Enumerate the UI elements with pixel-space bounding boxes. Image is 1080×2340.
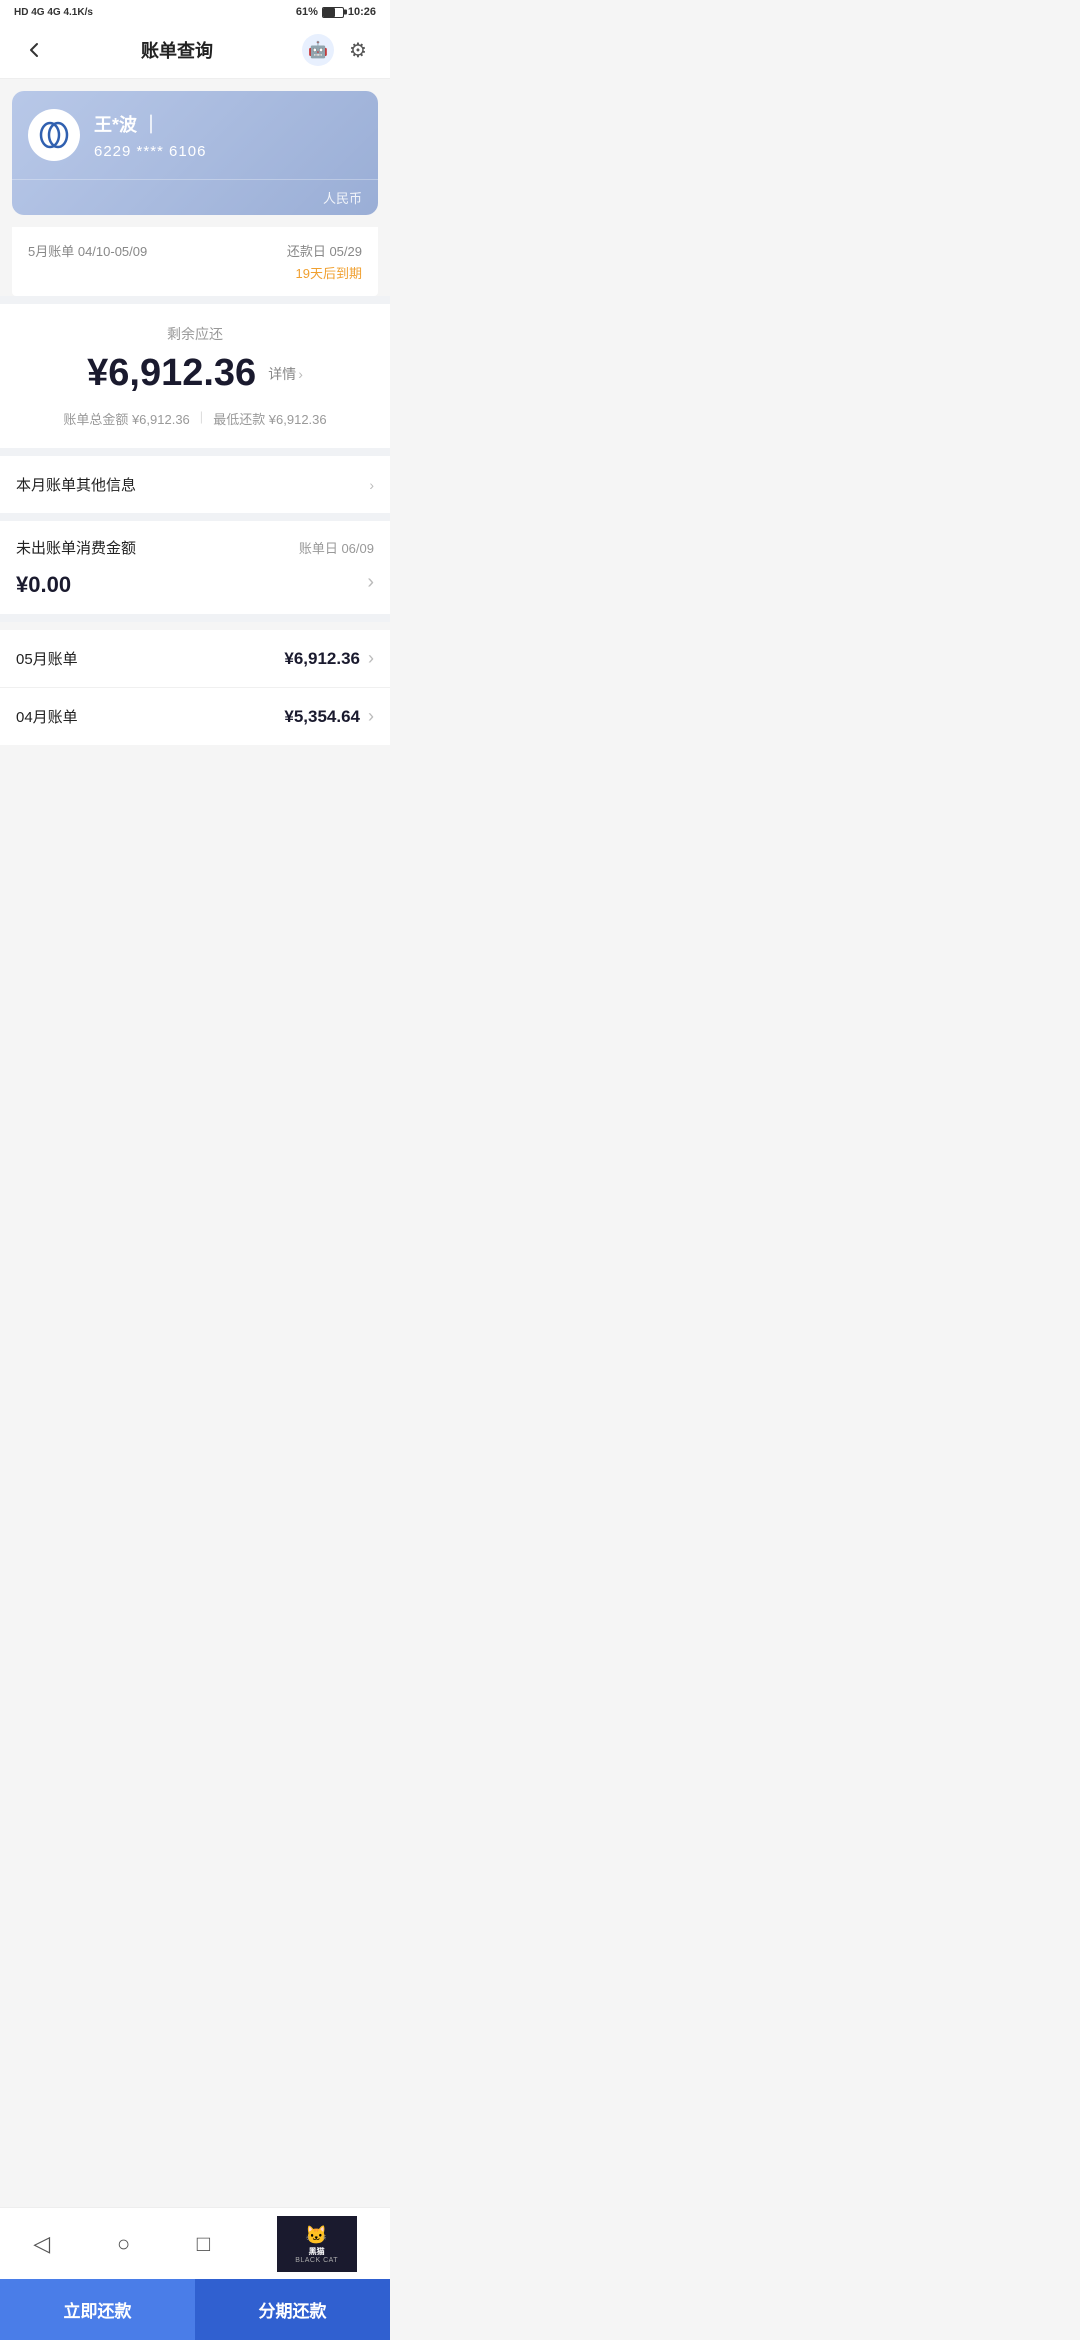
divider-2 [0, 448, 390, 456]
other-info-row[interactable]: 本月账单其他信息 › [0, 456, 390, 513]
nav-recents-button[interactable]: □ [197, 2231, 210, 2257]
bill-chevron-apr-icon: › [368, 706, 374, 727]
other-info-right: › [367, 477, 374, 493]
header: 账单查询 🤖 ⚙ [0, 22, 390, 79]
status-network: HD 4G 4G 4.1K/s [14, 7, 93, 18]
unpaid-label: 未出账单消费金额 [16, 537, 136, 558]
amount-meta: 账单总金额 ¥6,912.36 | 最低还款 ¥6,912.36 [16, 409, 374, 428]
divider-1 [0, 296, 390, 304]
bill-amount-row-may: ¥6,912.36 › [284, 648, 374, 669]
nav-back-button[interactable]: ◁ [33, 2231, 50, 2257]
billing-period-label: 5月账单 04/10-05/09 [28, 241, 147, 260]
blackcat-label: BLACK CAT [295, 2257, 338, 2264]
other-info-chevron-icon: › [369, 477, 374, 493]
billing-due: 还款日 05/29 19天后到期 [287, 241, 362, 282]
amount-total: 账单总金额 ¥6,912.36 [63, 409, 189, 428]
bill-chevron-may-icon: › [368, 648, 374, 669]
detail-chevron-icon: › [298, 366, 303, 382]
avatar-icon[interactable]: 🤖 [302, 34, 334, 66]
bills-section: 05月账单 ¥6,912.36 › 04月账单 ¥5,354.64 › [0, 630, 390, 745]
amount-section: 剩余应还 ¥6,912.36 详情 › 账单总金额 ¥6,912.36 | 最低… [0, 304, 390, 448]
card-logo [28, 109, 80, 161]
bill-amount-apr: ¥5,354.64 [284, 707, 360, 727]
billing-period: 5月账单 04/10-05/09 还款日 05/29 19天后到期 [12, 227, 378, 296]
status-bar: HD 4G 4G 4.1K/s 61% 10:26 [0, 0, 390, 22]
back-button[interactable] [16, 32, 52, 68]
settings-icon[interactable]: ⚙ [342, 34, 374, 66]
detail-link[interactable]: 详情 › [268, 364, 303, 384]
amount-row: ¥6,912.36 详情 › [16, 352, 374, 395]
bottom-bar: 立即还款 分期还款 [0, 2279, 390, 2340]
unpaid-date: 账单日 06/09 [299, 538, 374, 557]
card-currency: 人民币 [12, 180, 378, 215]
bill-month-apr: 04月账单 [16, 706, 78, 727]
battery-icon [322, 7, 344, 18]
pay-now-button[interactable]: 立即还款 [0, 2279, 195, 2340]
info-section: 本月账单其他信息 › [0, 456, 390, 513]
divider-3 [0, 513, 390, 521]
amount-min: 最低还款 ¥6,912.36 [213, 409, 326, 428]
unpaid-value: ¥0.00 [16, 572, 71, 598]
bill-row-apr[interactable]: 04月账单 ¥5,354.64 › [0, 688, 390, 745]
status-right: 61% 10:26 [296, 6, 376, 18]
header-actions: 🤖 ⚙ [302, 34, 374, 66]
unpaid-header: 未出账单消费金额 账单日 06/09 [0, 521, 390, 562]
divider-4 [0, 614, 390, 622]
installment-button[interactable]: 分期还款 [195, 2279, 390, 2340]
card-info: 王*波 ｜ 6229 **** 6106 [94, 111, 362, 160]
unpaid-value-row[interactable]: ¥0.00 › [0, 562, 390, 614]
other-info-label: 本月账单其他信息 [16, 474, 136, 495]
bill-row-may[interactable]: 05月账单 ¥6,912.36 › [0, 630, 390, 688]
card-number: 6229 **** 6106 [94, 143, 362, 160]
nav-home-button[interactable]: ○ [117, 2231, 130, 2257]
card-section: 王*波 ｜ 6229 **** 6106 人民币 [12, 91, 378, 215]
billing-due-label: 还款日 05/29 [287, 241, 362, 260]
billing-due-days: 19天后到期 [287, 263, 362, 282]
unpaid-chevron-icon: › [367, 571, 374, 594]
nav-bar: ◁ ○ □ 🐱 黑猫 BLACK CAT [0, 2207, 390, 2284]
page-title: 账单查询 [52, 37, 302, 63]
unpaid-section: 未出账单消费金额 账单日 06/09 ¥0.00 › [0, 521, 390, 614]
card-top: 王*波 ｜ 6229 **** 6106 [12, 91, 378, 179]
bill-amount-may: ¥6,912.36 [284, 649, 360, 669]
amount-label: 剩余应还 [16, 324, 374, 344]
amount-value: ¥6,912.36 [87, 352, 256, 395]
bill-month-may: 05月账单 [16, 648, 78, 669]
bill-amount-row-apr: ¥5,354.64 › [284, 706, 374, 727]
card-holder-name: 王*波 ｜ [94, 111, 362, 137]
blackcat-watermark: 🐱 黑猫 BLACK CAT [277, 2216, 357, 2272]
